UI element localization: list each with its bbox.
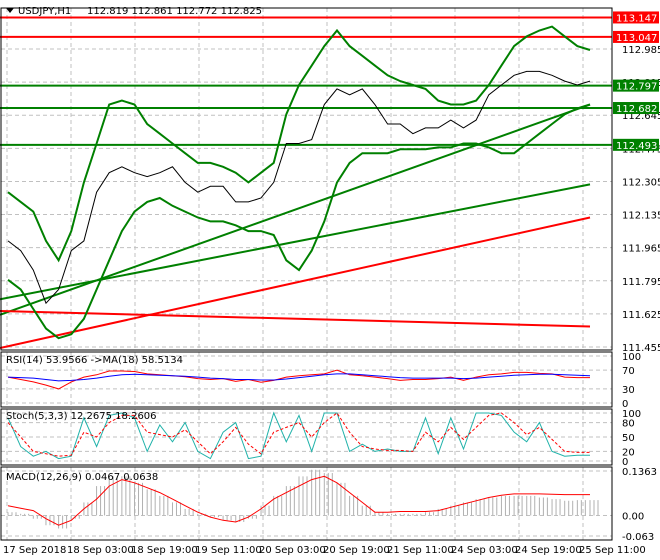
- y-tick-label: -0.063: [622, 532, 654, 543]
- rsi-panel[interactable]: [7, 369, 591, 390]
- macd-title: MACD(12,26,9) 0.0467 0.0638: [6, 472, 158, 483]
- x-tick-label: 21 Sep 11:00: [387, 545, 454, 556]
- level-label: 112.682: [616, 104, 657, 115]
- x-tick-label: 20 Sep 19:00: [323, 545, 390, 556]
- x-tick-label: 17 Sep 2018: [3, 545, 66, 556]
- stoch-title: Stoch(5,3,3) 12.2675 18.2606: [6, 411, 157, 422]
- y-tick-label: 80: [622, 419, 635, 430]
- level-label: 112.493: [616, 141, 657, 152]
- y-tick-label: 100: [622, 352, 641, 363]
- y-tick-label: 111.795: [622, 277, 660, 288]
- y-tick-label: 0.1363: [622, 467, 657, 478]
- y-tick-label: 50: [622, 433, 635, 444]
- y-tick-label: 111.965: [622, 244, 660, 255]
- RSI-series-line: [7, 369, 590, 390]
- price-panel[interactable]: [0, 16, 612, 349]
- ohlc-label: 112.819 112.861 112.772 112.825: [87, 6, 262, 17]
- x-tick-label: 24 Sep 03:00: [451, 545, 518, 556]
- x-tick-label: 18 Sep 03:00: [67, 545, 134, 556]
- x-tick-label: 20 Sep 03:00: [259, 545, 326, 556]
- rsi-title: RSI(14) 53.9566 ->MA(18) 58.5134: [6, 355, 183, 366]
- chart-canvas[interactable]: 17 Sep 2018 18 Sep 03:0018 Sep 19:0019 Se…: [0, 0, 660, 560]
- x-tick-label: 19 Sep 11:00: [195, 545, 262, 556]
- y-tick-label: 112.985: [622, 45, 660, 56]
- trading-chart-window: 17 Sep 2018 18 Sep 03:00 18 Sep 19:00 19 Se…: [0, 0, 660, 560]
- y-tick-label: 70: [622, 366, 635, 377]
- x-tick-label: 25 Sep 11:00: [579, 545, 646, 556]
- level-label: 113.147: [616, 13, 657, 24]
- y-tick-label: 0.00: [622, 511, 644, 522]
- y-tick-label: 112.135: [622, 211, 660, 222]
- y-tick-label: 30: [622, 385, 635, 396]
- y-tick-label: 112.305: [622, 177, 660, 188]
- x-tick-label: 24 Sep 19:00: [515, 545, 582, 556]
- grid: [1, 8, 612, 540]
- level-label: 112.797: [616, 82, 657, 93]
- bollinger-lower-series-line: [7, 103, 591, 340]
- symbol-label: USDJPY,H1: [18, 6, 71, 17]
- red-flat-line: [0, 309, 591, 328]
- y-tick-label: 111.625: [622, 310, 660, 321]
- x-tick-label: 18 Sep 19:00: [131, 545, 198, 556]
- level-label: 113.047: [616, 33, 657, 44]
